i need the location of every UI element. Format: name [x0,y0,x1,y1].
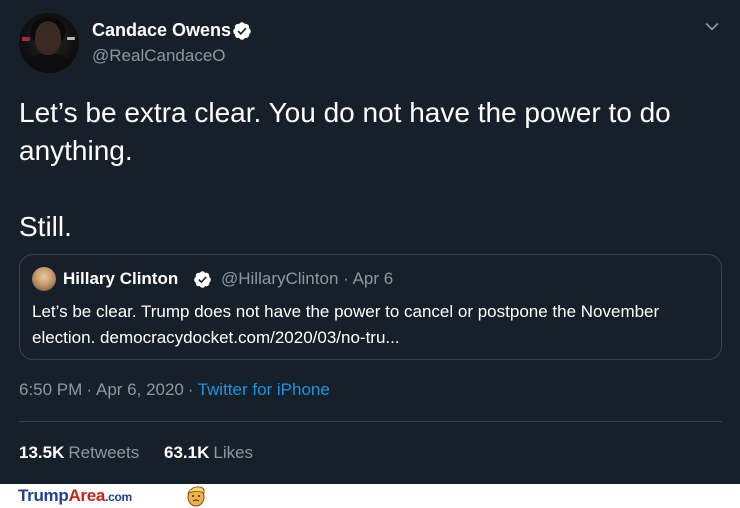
likes-count: 63.1K [163,443,210,462]
meta-separator: · [86,380,92,399]
quoted-tweet-text: Let’s be clear. Trump does not have the … [32,302,660,347]
author-avatar[interactable] [19,13,79,73]
tweet-source-link[interactable]: Twitter for iPhone [198,380,330,399]
tweet-meta: 6:50 PM · Apr 6, 2020 · Twitter for iPhone [19,380,330,400]
meta-separator: · [187,380,194,399]
watermark-footer: TrumpArea.com [0,484,740,508]
likes-stat[interactable]: 63.1K Likes [164,443,253,463]
engagement-stats: 13.5K Retweets 63.1K Likes [19,443,273,463]
tweet-time[interactable]: 6:50 PM [19,380,82,399]
mascot-face-icon [187,486,205,507]
quoted-tweet[interactable]: Hillary Clinton @HillaryClinton · Apr 6 … [19,254,722,360]
author-name[interactable]: Candace Owens [92,20,231,41]
verified-badge-icon [194,271,211,288]
tweet-text-line: Let’s be extra clear. You do not have th… [19,97,671,166]
divider [19,421,722,422]
tweet-card: Candace Owens @RealCandaceO Let’s be ext… [0,0,740,484]
retweets-label: Retweets [68,443,140,462]
quoted-handle-date: @HillaryClinton · Apr 6 [221,269,394,288]
retweets-count: 13.5K [19,443,65,462]
tweet-date[interactable]: Apr 6, 2020 [96,380,184,399]
quoted-author-avatar[interactable] [32,267,56,291]
tweet-text-line: Still. [19,211,72,242]
likes-label: Likes [213,443,254,462]
author-handle[interactable]: @RealCandaceO [92,46,226,66]
retweets-stat[interactable]: 13.5K Retweets [19,443,139,463]
watermark-logo: TrumpArea.com [18,486,132,505]
tweet-text: Let’s be extra clear. You do not have th… [19,94,719,246]
verified-badge-icon [233,22,251,40]
chevron-down-icon[interactable] [702,16,722,36]
quoted-author-name: Hillary Clinton [63,269,179,288]
